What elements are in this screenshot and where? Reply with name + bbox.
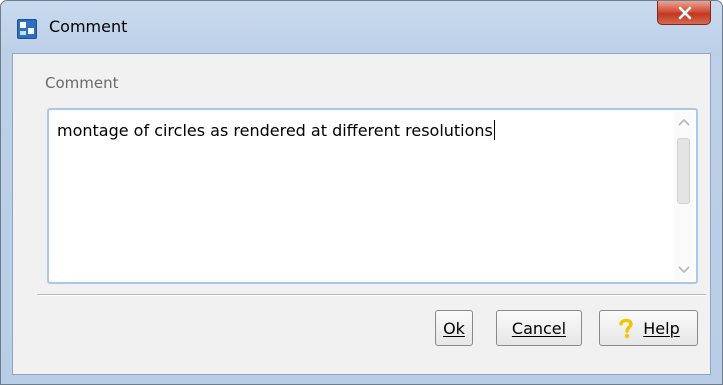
cancel-button-label: Cancel bbox=[511, 318, 567, 338]
cancel-button[interactable]: Cancel bbox=[496, 310, 582, 346]
scroll-thumb[interactable] bbox=[677, 138, 690, 204]
ok-button-label: Ok bbox=[443, 318, 465, 338]
text-caret bbox=[493, 120, 495, 140]
vertical-scrollbar[interactable] bbox=[674, 112, 694, 280]
scroll-up-arrow-icon[interactable] bbox=[674, 112, 694, 134]
button-separator bbox=[37, 294, 706, 296]
comment-value: montage of circles as rendered at differ… bbox=[57, 121, 493, 140]
comment-textarea[interactable]: montage of circles as rendered at differ… bbox=[47, 108, 698, 284]
comment-text[interactable]: montage of circles as rendered at differ… bbox=[57, 120, 662, 140]
dialog-app-icon bbox=[17, 19, 37, 39]
window-title: Comment bbox=[49, 17, 128, 36]
dialog-content: Comment montage of circles as rendered a… bbox=[12, 53, 711, 375]
dialog-window: Comment Comment montage of circles as re… bbox=[0, 0, 723, 385]
question-mark-icon bbox=[619, 318, 633, 339]
scroll-down-arrow-icon[interactable] bbox=[674, 258, 694, 280]
help-button-label: Help bbox=[643, 318, 680, 338]
comment-label: Comment bbox=[45, 74, 119, 92]
help-button[interactable]: Help bbox=[599, 310, 698, 346]
title-bar[interactable]: Comment bbox=[1, 1, 722, 53]
close-button[interactable] bbox=[657, 1, 711, 25]
ok-button[interactable]: Ok bbox=[435, 310, 473, 346]
close-icon bbox=[678, 6, 692, 20]
